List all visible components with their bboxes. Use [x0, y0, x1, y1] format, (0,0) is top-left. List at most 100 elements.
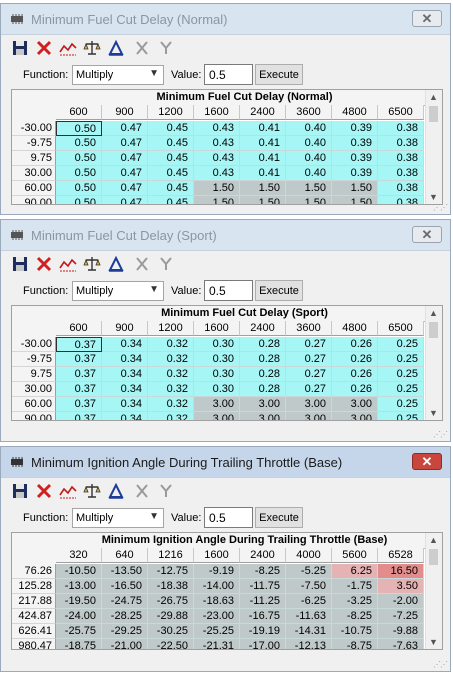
- table-cell[interactable]: 3.00: [194, 397, 240, 412]
- table-cell[interactable]: 0.43: [194, 151, 240, 166]
- table-cell[interactable]: 0.41: [240, 121, 286, 136]
- function-select[interactable]: Multiply ▼: [72, 508, 164, 528]
- table-cell[interactable]: 0.28: [240, 352, 286, 367]
- value-input[interactable]: [204, 507, 253, 528]
- table-cell[interactable]: 1.50: [332, 181, 378, 196]
- column-header[interactable]: 1600: [194, 548, 240, 563]
- column-header[interactable]: 600: [56, 321, 102, 336]
- table-cell[interactable]: 0.34: [102, 337, 148, 352]
- save-icon[interactable]: [11, 40, 29, 58]
- row-header[interactable]: 60.00: [12, 181, 56, 196]
- table-cell[interactable]: 0.50: [56, 151, 102, 166]
- table-cell[interactable]: 0.25: [378, 397, 424, 412]
- scroll-up-icon[interactable]: ▲: [429, 535, 438, 545]
- resize-grip-icon[interactable]: ⋰⋰: [433, 203, 448, 212]
- table-cell[interactable]: 0.37: [56, 337, 102, 352]
- table-cell[interactable]: -9.88: [378, 624, 424, 639]
- table-cell[interactable]: 0.32: [148, 352, 194, 367]
- balance-icon[interactable]: [83, 483, 101, 501]
- scroll-up-icon[interactable]: ▲: [429, 92, 438, 102]
- table-cell[interactable]: 3.00: [286, 397, 332, 412]
- execute-button[interactable]: Execute: [255, 280, 303, 301]
- scroll-thumb[interactable]: [429, 106, 438, 122]
- table-cell[interactable]: 0.32: [148, 382, 194, 397]
- row-header[interactable]: -30.00: [12, 121, 56, 136]
- column-header[interactable]: 1200: [148, 105, 194, 120]
- table-cell[interactable]: -8.25: [332, 609, 378, 624]
- table-cell[interactable]: 0.45: [148, 196, 194, 204]
- table-cell[interactable]: 0.32: [148, 337, 194, 352]
- column-header[interactable]: 2400: [240, 548, 286, 563]
- table-cell[interactable]: -11.75: [240, 579, 286, 594]
- value-input[interactable]: [204, 280, 253, 301]
- row-header[interactable]: 217.88: [12, 594, 56, 609]
- table-cell[interactable]: 0.26: [332, 382, 378, 397]
- row-header[interactable]: 60.00: [12, 397, 56, 412]
- scroll-down-icon[interactable]: ▼: [429, 192, 438, 202]
- table-cell[interactable]: 0.34: [102, 367, 148, 382]
- table-cell[interactable]: 0.41: [240, 151, 286, 166]
- balance-icon[interactable]: [83, 256, 101, 274]
- table-cell[interactable]: 0.26: [332, 367, 378, 382]
- scale-x-icon[interactable]: [133, 256, 151, 274]
- table-cell[interactable]: 0.38: [378, 151, 424, 166]
- table-cell[interactable]: 0.39: [332, 166, 378, 181]
- table-cell[interactable]: -19.19: [240, 624, 286, 639]
- scroll-down-icon[interactable]: ▼: [429, 637, 438, 647]
- table-cell[interactable]: -21.00: [102, 639, 148, 649]
- table-cell[interactable]: 0.37: [56, 352, 102, 367]
- table-cell[interactable]: 0.45: [148, 136, 194, 151]
- row-header[interactable]: 626.41: [12, 624, 56, 639]
- graph-icon[interactable]: [59, 256, 77, 274]
- row-header[interactable]: -9.75: [12, 352, 56, 367]
- column-header[interactable]: 6528: [378, 548, 424, 563]
- table-cell[interactable]: 0.47: [102, 136, 148, 151]
- table-cell[interactable]: 0.50: [56, 136, 102, 151]
- table-cell[interactable]: 0.32: [148, 397, 194, 412]
- table-cell[interactable]: -8.75: [332, 639, 378, 649]
- table-cell[interactable]: 0.27: [286, 367, 332, 382]
- column-header[interactable]: 6500: [378, 321, 424, 336]
- table-cell[interactable]: 3.00: [286, 412, 332, 420]
- function-select[interactable]: Multiply ▼: [72, 281, 164, 301]
- table-cell[interactable]: 0.40: [286, 166, 332, 181]
- table-cell[interactable]: 1.50: [240, 196, 286, 204]
- table-cell[interactable]: -6.25: [286, 594, 332, 609]
- table-cell[interactable]: 0.50: [56, 166, 102, 181]
- graph-icon[interactable]: [59, 483, 77, 501]
- table-cell[interactable]: -12.13: [286, 639, 332, 649]
- row-header[interactable]: 424.87: [12, 609, 56, 624]
- table-cell[interactable]: -18.75: [56, 639, 102, 649]
- table-cell[interactable]: -17.00: [240, 639, 286, 649]
- table-cell[interactable]: -7.25: [378, 609, 424, 624]
- table-cell[interactable]: -23.00: [194, 609, 240, 624]
- table-cell[interactable]: 0.50: [56, 121, 102, 136]
- table-cell[interactable]: 0.50: [56, 196, 102, 204]
- table-window-normal[interactable]: Minimum Fuel Cut Delay (Normal) ✕ Functi…: [0, 3, 451, 215]
- table-cell[interactable]: 0.26: [332, 337, 378, 352]
- table-cell[interactable]: -24.00: [56, 609, 102, 624]
- row-header[interactable]: -30.00: [12, 337, 56, 352]
- column-header[interactable]: 2400: [240, 105, 286, 120]
- vertical-scrollbar[interactable]: ▲ ▼: [425, 90, 442, 204]
- table-cell[interactable]: 0.30: [194, 382, 240, 397]
- table-cell[interactable]: 0.38: [378, 181, 424, 196]
- close-button[interactable]: ✕: [412, 226, 442, 243]
- table-cell[interactable]: -18.63: [194, 594, 240, 609]
- execute-button[interactable]: Execute: [255, 64, 303, 85]
- scroll-thumb[interactable]: [429, 322, 438, 338]
- table-cell[interactable]: 0.27: [286, 337, 332, 352]
- table-cell[interactable]: 0.25: [378, 352, 424, 367]
- table-cell[interactable]: 3.50: [378, 579, 424, 594]
- table-cell[interactable]: -22.50: [148, 639, 194, 649]
- title-bar[interactable]: Minimum Fuel Cut Delay (Sport) ✕: [1, 220, 450, 251]
- table-cell[interactable]: 1.50: [194, 181, 240, 196]
- row-header[interactable]: 90.00: [12, 412, 56, 420]
- table-cell[interactable]: 0.34: [102, 382, 148, 397]
- table-cell[interactable]: 1.50: [286, 181, 332, 196]
- table-cell[interactable]: 0.43: [194, 166, 240, 181]
- row-header[interactable]: 125.28: [12, 579, 56, 594]
- table-cell[interactable]: -3.25: [332, 594, 378, 609]
- scale-x-icon[interactable]: [133, 483, 151, 501]
- table-cell[interactable]: -5.25: [286, 564, 332, 579]
